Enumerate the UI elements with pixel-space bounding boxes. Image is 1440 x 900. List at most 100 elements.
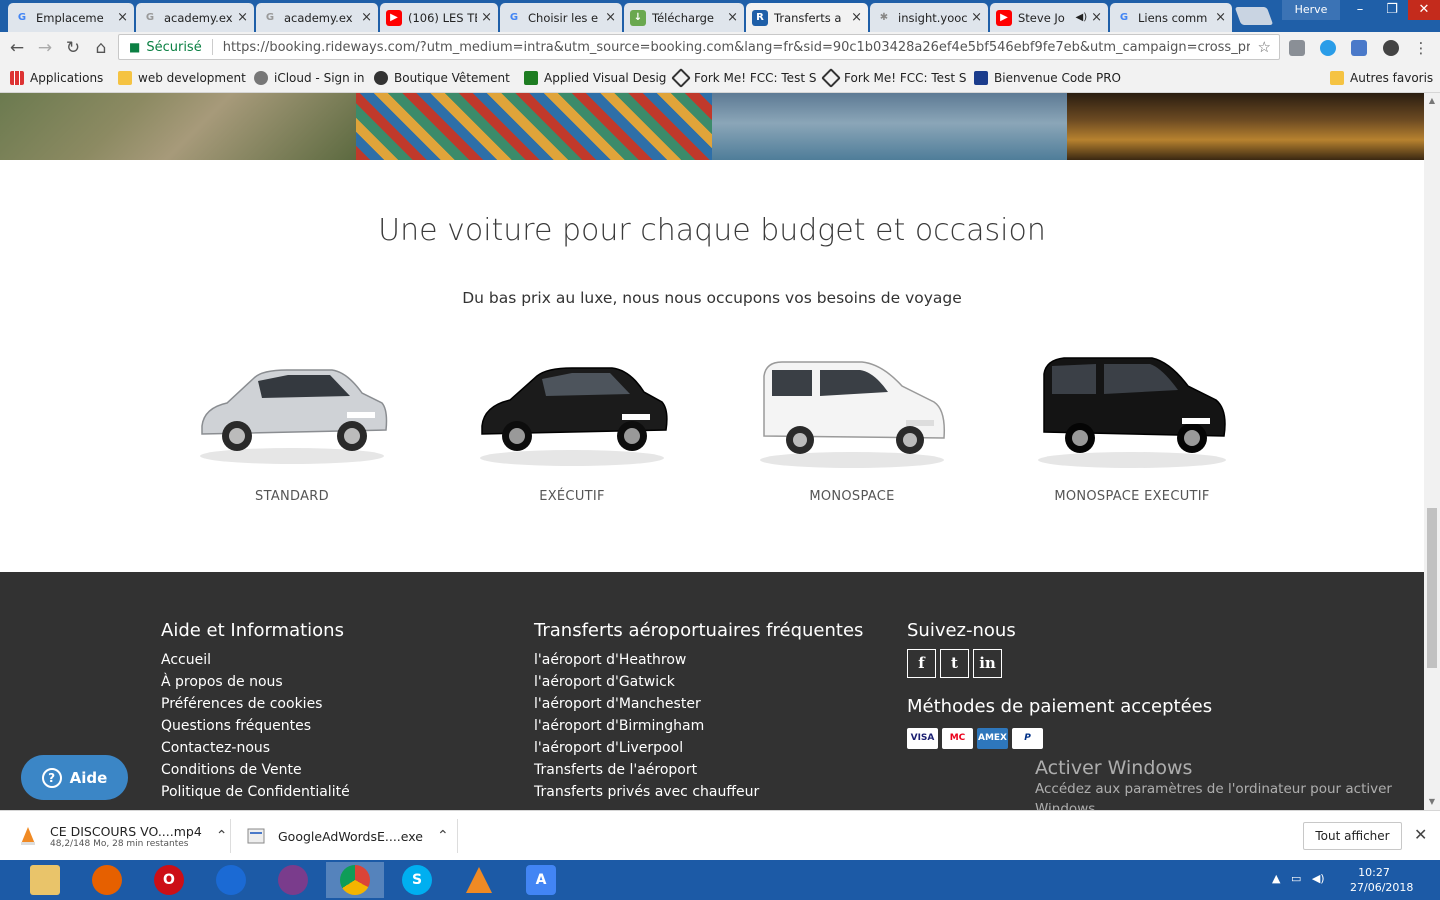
secure-label: Sécurisé bbox=[146, 39, 202, 55]
footer-link[interactable]: l'aéroport d'Heathrow bbox=[534, 649, 863, 671]
scrollbar[interactable]: ▲ ▼ bbox=[1424, 93, 1440, 810]
close-icon[interactable]: ✕ bbox=[1414, 825, 1427, 844]
footer-link[interactable]: Conditions de Vente bbox=[161, 759, 350, 781]
close-tab-icon[interactable]: × bbox=[481, 10, 492, 25]
facebook-icon[interactable]: f bbox=[907, 649, 936, 678]
menu-icon[interactable]: ⋮ bbox=[1410, 37, 1432, 59]
address-bar[interactable]: ■ Sécurisé https://booking.rideways.com/… bbox=[118, 34, 1280, 60]
bookmark-star-icon[interactable]: ☆ bbox=[1258, 38, 1271, 56]
taskbar-chrome[interactable] bbox=[326, 862, 384, 898]
chevron-up-icon[interactable]: ⌃ bbox=[437, 828, 449, 844]
browser-tab[interactable]: G academy.ex × bbox=[256, 3, 378, 32]
footer-link[interactable]: Politique de Confidentialité bbox=[161, 781, 350, 803]
folder-icon bbox=[118, 71, 132, 85]
taskbar-opera[interactable]: O bbox=[140, 862, 198, 898]
close-tab-icon[interactable]: × bbox=[971, 10, 982, 25]
linkedin-icon[interactable]: in bbox=[973, 649, 1002, 678]
taskbar-skype[interactable]: S bbox=[388, 862, 446, 898]
footer-link[interactable]: l'aéroport d'Liverpool bbox=[534, 737, 863, 759]
bookmark-item[interactable]: iCloud - Sign in bbox=[254, 69, 365, 87]
download-filename: CE DISCOURS VO....mp4 bbox=[50, 823, 202, 839]
google-icon: G bbox=[145, 12, 155, 23]
activation-title: Activer Windows bbox=[1035, 757, 1193, 779]
bookmark-item[interactable]: Fork Me! FCC: Test S bbox=[671, 68, 816, 88]
mastercard-icon: MC bbox=[942, 728, 973, 749]
download-item[interactable]: GoogleAdWordsE....exe ⌃ bbox=[246, 819, 449, 853]
browser-tab[interactable]: G Choisir les e × bbox=[500, 3, 622, 32]
taskbar-adwords[interactable]: A bbox=[512, 862, 570, 898]
browser-tab[interactable]: G Emplaceme × bbox=[8, 3, 134, 32]
windows-activation-watermark: Activer Windows Accédez aux paramètres d… bbox=[985, 757, 1405, 810]
footer-link[interactable]: l'aéroport d'Birmingham bbox=[534, 715, 863, 737]
bookmark-item[interactable]: Applied Visual Desig bbox=[524, 69, 666, 87]
bookmark-item[interactable]: web development bbox=[118, 69, 246, 87]
extension-icon[interactable] bbox=[1383, 40, 1399, 56]
close-tab-icon[interactable]: × bbox=[361, 10, 372, 25]
footer-link[interactable]: l'aéroport d'Gatwick bbox=[534, 671, 863, 693]
help-column: Aide et Informations Accueil À propos de… bbox=[161, 620, 350, 803]
close-tab-icon[interactable]: × bbox=[605, 10, 616, 25]
footer-link[interactable]: Préférences de cookies bbox=[161, 693, 350, 715]
browser-tab[interactable]: ↓ Télécharge × bbox=[624, 3, 744, 32]
vlc-file-icon bbox=[21, 827, 35, 845]
taskbar-app[interactable] bbox=[264, 862, 322, 898]
browser-tab[interactable]: ▶ (106) LES TE × bbox=[380, 3, 498, 32]
car-executive-minivan-image bbox=[1038, 357, 1226, 468]
twitter-icon[interactable]: t bbox=[940, 649, 969, 678]
translate-icon[interactable] bbox=[1351, 40, 1367, 56]
minimize-icon[interactable]: – bbox=[1344, 0, 1376, 20]
divider bbox=[230, 819, 231, 853]
back-icon[interactable]: ← bbox=[6, 37, 28, 59]
google-icon: G bbox=[17, 12, 27, 23]
close-tab-icon[interactable]: × bbox=[1215, 10, 1226, 25]
taskbar-explorer[interactable] bbox=[16, 862, 74, 898]
system-tray[interactable]: ▲ ▭ ◀) bbox=[1272, 872, 1325, 885]
browser-tab-active[interactable]: R Transferts a × bbox=[746, 3, 868, 32]
close-tab-icon[interactable]: × bbox=[851, 10, 862, 25]
footer-link[interactable]: À propos de nous bbox=[161, 671, 350, 693]
browser-tab[interactable]: G Liens comm × bbox=[1110, 3, 1232, 32]
close-window-icon[interactable]: ✕ bbox=[1408, 0, 1440, 20]
maximize-icon[interactable]: ❐ bbox=[1376, 0, 1408, 20]
bookmark-item[interactable]: Autres favoris bbox=[1330, 69, 1433, 87]
download-item[interactable]: CE DISCOURS VO....mp4 48,2/148 Mo, 28 mi… bbox=[18, 819, 228, 853]
show-all-downloads-button[interactable]: Tout afficher bbox=[1303, 822, 1402, 850]
bookmark-item[interactable]: Boutique Vêtement bbox=[374, 69, 510, 87]
url-text[interactable]: https://booking.rideways.com/?utm_medium… bbox=[223, 40, 1250, 55]
taskbar-firefox[interactable] bbox=[78, 862, 136, 898]
bookmark-item[interactable]: Bienvenue Code PRO bbox=[974, 69, 1121, 87]
footer-link[interactable]: Questions fréquentes bbox=[161, 715, 350, 737]
scroll-down-icon[interactable]: ▼ bbox=[1424, 794, 1440, 810]
close-tab-icon[interactable]: × bbox=[117, 10, 128, 25]
close-tab-icon[interactable]: × bbox=[1091, 10, 1102, 25]
chevron-up-icon[interactable]: ⌃ bbox=[216, 828, 228, 844]
reload-icon[interactable]: ↻ bbox=[62, 37, 84, 59]
extension-icon[interactable] bbox=[1289, 40, 1305, 56]
new-tab-button[interactable] bbox=[1234, 7, 1274, 25]
codepen-icon bbox=[821, 68, 841, 88]
divider bbox=[211, 39, 213, 55]
close-tab-icon[interactable]: × bbox=[237, 10, 248, 25]
skype-icon: S bbox=[402, 865, 432, 895]
scroll-up-icon[interactable]: ▲ bbox=[1424, 93, 1440, 109]
cloud-icon[interactable] bbox=[1320, 40, 1336, 56]
taskbar-firefox-dev[interactable] bbox=[202, 862, 260, 898]
footer-link[interactable]: Contactez-nous bbox=[161, 737, 350, 759]
footer-link[interactable]: Accueil bbox=[161, 649, 350, 671]
forward-icon[interactable]: → bbox=[34, 37, 56, 59]
footer-link[interactable]: l'aéroport d'Manchester bbox=[534, 693, 863, 715]
taskbar-vlc[interactable] bbox=[450, 862, 508, 898]
scroll-thumb[interactable] bbox=[1427, 508, 1437, 668]
home-icon[interactable]: ⌂ bbox=[90, 37, 112, 59]
help-button[interactable]: ? Aide bbox=[21, 755, 128, 800]
clock[interactable]: 10:27 27/06/2018 bbox=[1350, 865, 1413, 895]
browser-tab[interactable]: ✱ insight.yooc × bbox=[870, 3, 988, 32]
browser-tab[interactable]: G academy.ex × bbox=[136, 3, 254, 32]
bookmark-item[interactable]: Applications bbox=[10, 69, 103, 87]
browser-tab[interactable]: ▶ Steve Jo ◀) × bbox=[990, 3, 1108, 32]
footer-link[interactable]: Transferts privés avec chauffeur bbox=[534, 781, 863, 803]
footer-link[interactable]: Transferts de l'aéroport bbox=[534, 759, 863, 781]
profile-button[interactable]: Herve bbox=[1282, 0, 1340, 20]
bookmark-item[interactable]: Fork Me! FCC: Test S bbox=[821, 68, 966, 88]
close-tab-icon[interactable]: × bbox=[727, 10, 738, 25]
